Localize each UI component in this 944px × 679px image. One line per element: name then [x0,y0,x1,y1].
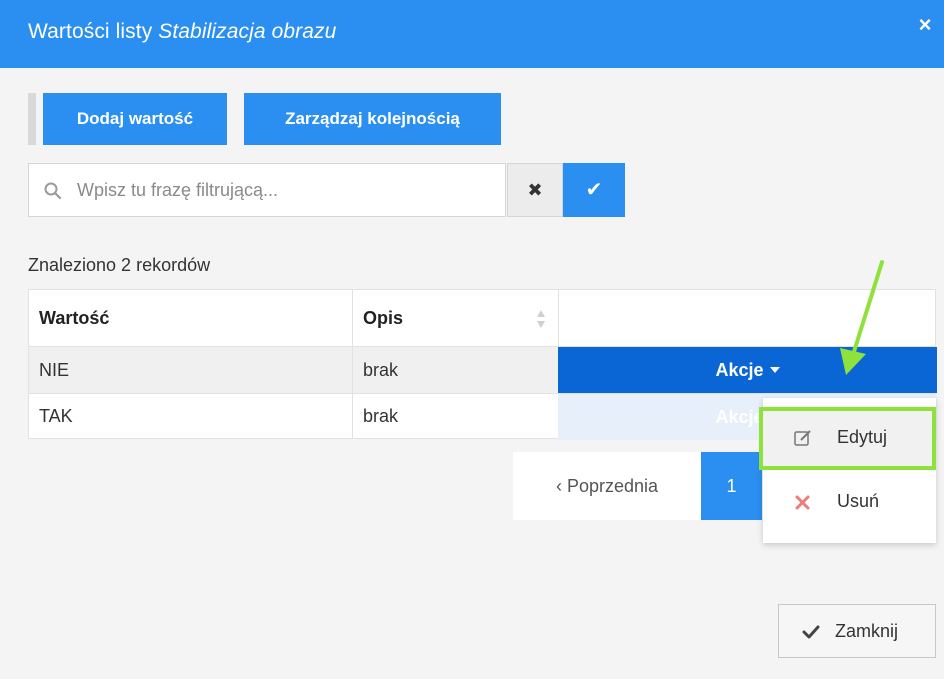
column-header-value[interactable]: Wartość [29,290,352,346]
column-header-actions [558,290,937,346]
add-value-button[interactable]: Dodaj wartość [43,93,227,145]
clear-filter-button[interactable]: ✖ [507,163,563,217]
edit-icon [794,430,811,446]
pagination-page-1[interactable]: 1 [701,452,762,520]
sort-icon [537,310,545,328]
dialog-title-prefix: Wartości listy [28,20,153,43]
menu-item-delete[interactable]: Usuń [763,474,936,530]
check-icon [802,625,820,639]
close-dialog-label: Zamknij [835,621,899,641]
cell-description: brak [352,394,558,438]
actions-dropdown-button[interactable]: Akcje [558,347,937,393]
dialog-title: Wartości listy Stabilizacja obrazu [28,20,336,44]
cell-value: TAK [39,405,73,426]
table-header: Wartość Opis [28,289,936,347]
toolbar-divider [28,93,36,145]
close-dialog-button[interactable]: Zamknij [778,604,936,658]
search-icon [44,182,62,200]
actions-label: Akcje [715,359,764,380]
caret-down-icon [769,367,780,373]
table-row: NIE brak Akcje [28,347,937,393]
menu-item-edit[interactable]: Edytuj [763,410,936,466]
cell-value: NIE [39,359,70,380]
menu-item-edit-label: Edytuj [837,427,888,447]
actions-label: Akcje [715,406,764,427]
search-box [28,163,506,217]
column-header-description[interactable]: Opis [352,290,558,346]
pagination-previous[interactable]: ‹ Poprzednia [513,452,701,520]
column-header-description-label: Opis [363,307,404,328]
check-icon: ✔ [585,179,603,201]
dialog-header: Wartości listy Stabilizacja obrazu × [0,0,944,68]
cell-description: brak [352,347,558,393]
apply-filter-button[interactable]: ✔ [563,163,625,217]
manage-order-button[interactable]: Zarządzaj kolejnością [244,93,501,145]
close-icon[interactable]: × [914,14,936,36]
dialog-title-list-name: Stabilizacja obrazu [158,20,337,43]
clear-icon: ✖ [527,180,543,200]
search-input[interactable] [77,164,497,216]
results-count: Znaleziono 2 rekordów [28,255,211,275]
delete-icon [795,495,810,510]
actions-menu: Edytuj Usuń [763,398,936,543]
menu-item-delete-label: Usuń [837,491,880,511]
